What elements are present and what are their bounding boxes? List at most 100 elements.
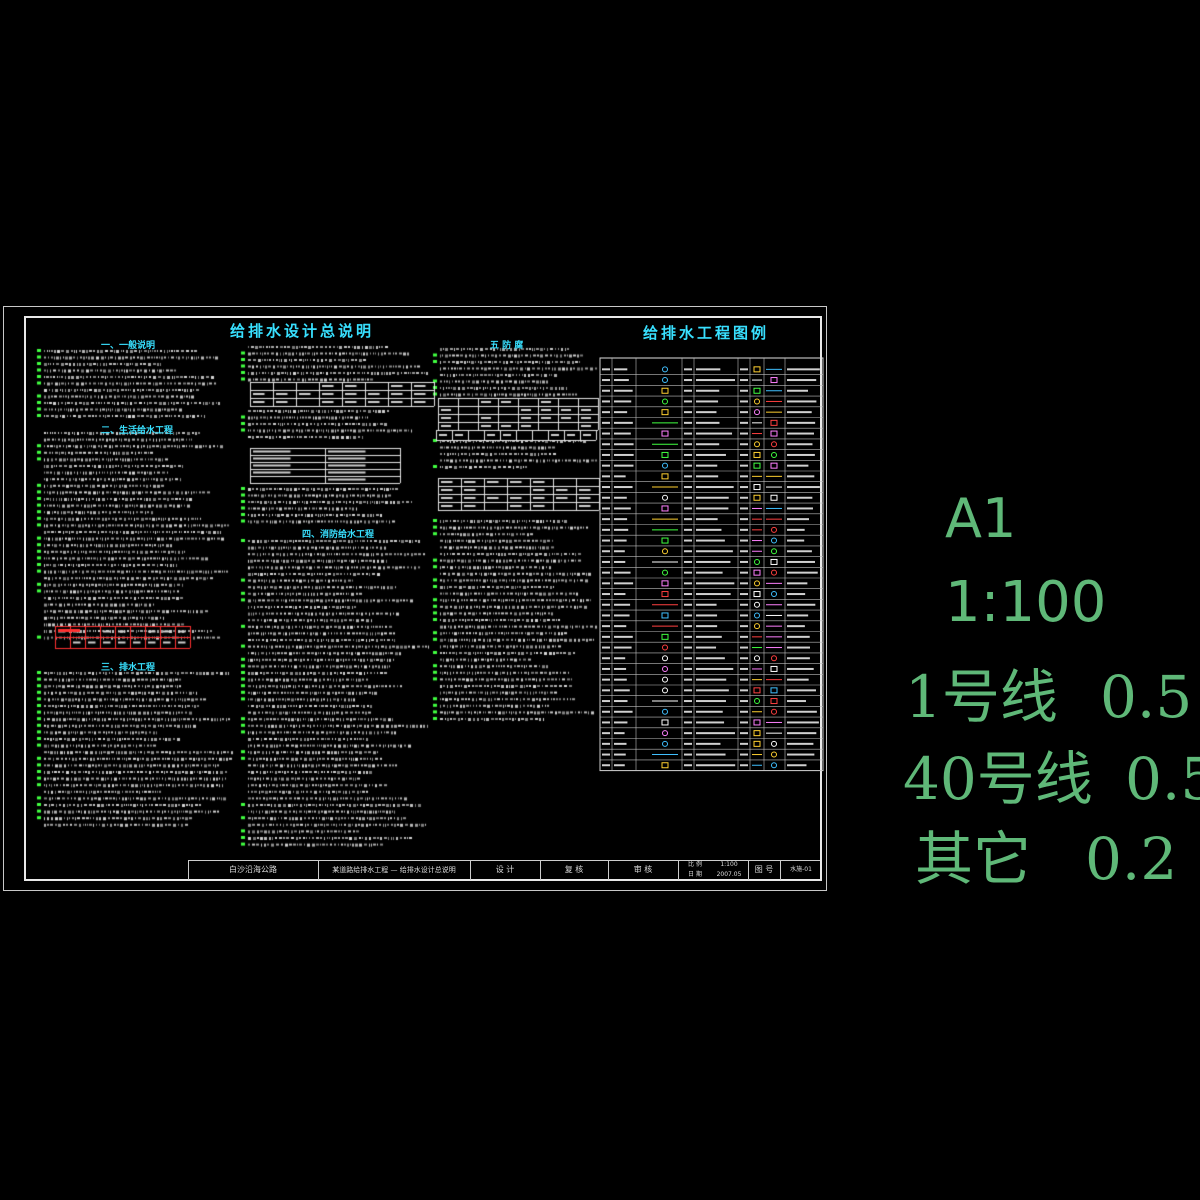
legend-text bbox=[696, 464, 718, 467]
tb-date-label: 日 期 bbox=[688, 871, 702, 878]
legend-index bbox=[684, 635, 692, 638]
legend-index bbox=[684, 453, 692, 456]
legend-text bbox=[787, 453, 815, 456]
legend-text bbox=[787, 625, 805, 628]
legend-index bbox=[602, 411, 610, 414]
legend-text bbox=[696, 689, 729, 692]
legend-index bbox=[740, 593, 748, 596]
legend-text bbox=[614, 700, 628, 703]
legend-index bbox=[740, 742, 748, 745]
legend-index bbox=[602, 732, 610, 735]
legend-symbol bbox=[753, 494, 761, 501]
legend-text bbox=[696, 742, 721, 745]
legend-index bbox=[740, 571, 748, 574]
legend-text bbox=[614, 732, 625, 735]
section-heading-drainage: 三、排水工程 bbox=[101, 663, 156, 673]
tb-scale: 1:100 bbox=[720, 861, 738, 868]
legend-index bbox=[602, 700, 610, 703]
legend-symbol bbox=[770, 698, 778, 705]
legend-symbol bbox=[771, 740, 777, 747]
legend-symbol bbox=[771, 537, 777, 544]
legend-index bbox=[602, 657, 610, 660]
legend-text bbox=[787, 443, 813, 446]
legend-text bbox=[787, 700, 806, 703]
legend-symbol bbox=[771, 569, 777, 576]
legend-text bbox=[787, 678, 809, 681]
legend-text bbox=[614, 464, 634, 467]
legend-index bbox=[740, 464, 748, 467]
legend-index bbox=[602, 560, 610, 563]
legend-text bbox=[787, 657, 810, 660]
legend-text bbox=[696, 560, 731, 563]
legend-text bbox=[696, 635, 722, 638]
legend-text bbox=[696, 764, 736, 767]
legend-index bbox=[740, 646, 748, 649]
legend-index bbox=[684, 400, 692, 403]
legend-index bbox=[740, 443, 748, 446]
legend-index bbox=[602, 421, 610, 424]
pen-40-label: 40号线 bbox=[903, 745, 1093, 813]
legend-text bbox=[787, 539, 805, 542]
legend-symbol bbox=[771, 708, 777, 715]
legend-index bbox=[602, 582, 610, 585]
legend-text bbox=[614, 368, 628, 371]
legend-text bbox=[696, 603, 717, 606]
legend-index bbox=[602, 518, 610, 521]
legend-symbol bbox=[754, 655, 760, 662]
legend-text bbox=[696, 678, 727, 681]
legend-text bbox=[696, 539, 725, 542]
legend-text bbox=[787, 614, 809, 617]
legend-text bbox=[787, 518, 809, 521]
legend-text bbox=[696, 496, 729, 499]
legend-text bbox=[696, 389, 720, 392]
legend-text bbox=[614, 721, 628, 724]
legend-index bbox=[740, 432, 748, 435]
legend-symbol bbox=[662, 569, 668, 576]
legend-text bbox=[696, 571, 723, 574]
legend-text bbox=[787, 603, 816, 606]
legend-outline bbox=[599, 357, 824, 772]
legend-index bbox=[740, 453, 748, 456]
legend-text bbox=[614, 614, 630, 617]
legend-index bbox=[684, 614, 692, 617]
legend-text bbox=[787, 550, 812, 553]
legend-text bbox=[787, 400, 817, 403]
legend-index bbox=[602, 667, 610, 670]
legend-text bbox=[787, 432, 814, 435]
legend-index bbox=[602, 475, 610, 478]
legend-text bbox=[696, 710, 723, 713]
legend-text bbox=[614, 539, 627, 542]
legend-index bbox=[684, 550, 692, 553]
legend-index bbox=[602, 764, 610, 767]
legend-index bbox=[684, 432, 692, 435]
legend-text bbox=[614, 582, 634, 585]
legend-symbol bbox=[771, 451, 777, 458]
legend-text bbox=[614, 475, 626, 478]
legend-symbol bbox=[661, 591, 669, 598]
paper-size-label: A1 bbox=[945, 487, 1017, 550]
legend-text bbox=[787, 464, 809, 467]
legend-text bbox=[787, 560, 815, 563]
tb-date: 2007.05 bbox=[716, 871, 742, 878]
tb-project: 某道路给排水工程 — 给排水设计总说明 bbox=[332, 866, 456, 874]
tb-design: 设 计 bbox=[495, 865, 515, 874]
legend-index bbox=[740, 411, 748, 414]
legend-index bbox=[740, 710, 748, 713]
legend-text bbox=[614, 689, 630, 692]
legend-text bbox=[787, 764, 807, 767]
legend-index bbox=[602, 625, 610, 628]
legend-index bbox=[740, 421, 748, 424]
legend-index bbox=[684, 528, 692, 531]
legend-index bbox=[684, 603, 692, 606]
legend-index bbox=[740, 368, 748, 371]
legend-symbol bbox=[770, 430, 778, 437]
legend-text bbox=[696, 646, 717, 649]
legend-index bbox=[740, 657, 748, 660]
legend-text bbox=[787, 368, 820, 371]
legend-text bbox=[696, 528, 722, 531]
legend-text bbox=[696, 732, 735, 735]
legend-text bbox=[614, 625, 627, 628]
legend-symbol bbox=[770, 665, 778, 672]
legend-text bbox=[787, 710, 817, 713]
legend-symbol bbox=[753, 462, 761, 469]
